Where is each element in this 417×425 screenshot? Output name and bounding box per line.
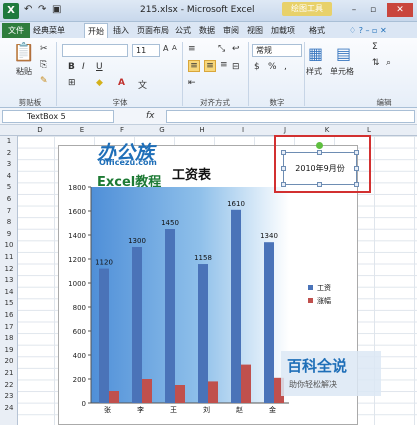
- y-tick-label: 1000: [68, 280, 86, 288]
- bar-raise: [109, 391, 119, 403]
- y-tick-label: 1800: [68, 184, 86, 192]
- y-tick-label: 1400: [68, 232, 86, 240]
- y-tick-label: 1600: [68, 208, 86, 216]
- baidu-title: 百科全说: [287, 357, 348, 375]
- x-tick-label: 金: [269, 405, 276, 414]
- x-tick-label: 王: [170, 406, 177, 414]
- x-tick-label: 刘: [203, 405, 210, 414]
- data-label: 1340: [260, 232, 278, 240]
- x-tick-label: 赵: [236, 405, 243, 414]
- highlight-annotation-box: [274, 135, 371, 193]
- bar-salary: [231, 209, 241, 403]
- bar-salary: [99, 268, 109, 403]
- y-tick-label: 600: [73, 328, 86, 336]
- data-label: 1450: [161, 219, 179, 227]
- x-tick-label: 李: [137, 405, 144, 414]
- x-tick-label: 张: [104, 405, 111, 414]
- data-label: 1300: [128, 237, 146, 245]
- data-label: 1158: [194, 254, 212, 262]
- legend-label: 工资: [317, 283, 331, 292]
- y-tick-label: 1200: [68, 256, 86, 264]
- bar-salary: [165, 229, 175, 403]
- y-tick-label: 0: [82, 400, 86, 408]
- bar-raise: [208, 381, 218, 403]
- baidu-subtitle: 助你轻松解决: [289, 380, 337, 389]
- legend-label: 涨幅: [317, 296, 331, 305]
- bar-salary: [132, 247, 142, 403]
- y-tick-label: 400: [73, 352, 86, 360]
- bar-raise: [142, 379, 152, 403]
- data-label: 1120: [95, 259, 113, 267]
- y-tick-label: 800: [73, 304, 86, 312]
- bar-raise: [175, 385, 185, 403]
- data-label: 1610: [227, 200, 245, 208]
- baidu-watermark: 百科全说 助你轻松解决: [281, 351, 381, 396]
- legend-swatch: [308, 298, 313, 303]
- bar-salary: [198, 264, 208, 403]
- bar-salary: [264, 242, 274, 403]
- bar-raise: [241, 364, 251, 403]
- y-tick-label: 200: [73, 376, 86, 384]
- legend-swatch: [308, 285, 313, 290]
